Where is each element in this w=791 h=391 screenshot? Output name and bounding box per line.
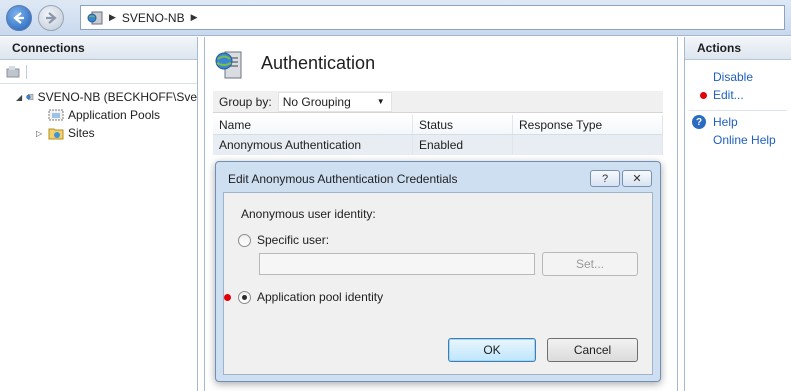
group-by-value: No Grouping xyxy=(282,94,351,109)
specific-user-radio[interactable] xyxy=(238,234,251,247)
column-header-response-type[interactable]: Response Type xyxy=(513,115,663,134)
ok-button[interactable]: OK xyxy=(448,338,536,362)
tree-item-application-pools-label: Application Pools xyxy=(68,108,161,122)
actions-divider xyxy=(689,110,787,111)
address-bar[interactable]: ▶ SVENO-NB ▶ xyxy=(80,5,785,30)
server-icon xyxy=(26,93,34,101)
tree-item-application-pools[interactable]: Application Pools xyxy=(0,106,197,124)
back-button[interactable] xyxy=(6,5,32,31)
action-help[interactable]: ? Help xyxy=(685,113,791,131)
action-disable[interactable]: Disable xyxy=(685,68,791,86)
cell-response-type xyxy=(513,135,663,155)
action-help-label: Help xyxy=(713,115,738,129)
tree-item-server-label: SVENO-NB (BECKHOFF\Sve xyxy=(37,90,197,104)
grid-header: Name Status Response Type xyxy=(213,115,663,135)
connections-pane: Connections ◢ SVENO-NB (BECKHOFF\Sve App… xyxy=(0,37,198,391)
tree-item-server[interactable]: ◢ SVENO-NB (BECKHOFF\Sve xyxy=(0,88,197,106)
address-toolbar: ▶ SVENO-NB ▶ xyxy=(0,0,791,36)
cell-name: Anonymous Authentication xyxy=(213,135,413,155)
click-marker xyxy=(224,294,231,301)
sites-folder-icon xyxy=(48,128,64,140)
action-edit[interactable]: Edit... xyxy=(685,86,791,104)
dialog-title: Edit Anonymous Authentication Credential… xyxy=(228,172,458,186)
connections-toolbar xyxy=(0,60,197,84)
collapse-icon[interactable]: ◢ xyxy=(16,93,22,102)
dialog-close-button[interactable]: ✕ xyxy=(622,170,652,187)
specific-user-label[interactable]: Specific user: xyxy=(257,233,329,247)
application-pool-identity-radio[interactable] xyxy=(238,291,251,304)
help-icon: ? xyxy=(692,115,706,129)
actions-pane: Actions Disable Edit... ? Help Online He… xyxy=(684,37,791,391)
connect-icon[interactable] xyxy=(6,65,20,79)
group-by-dropdown[interactable]: No Grouping ▼ xyxy=(277,91,392,112)
tree-item-sites[interactable]: ▷ Sites xyxy=(0,124,197,142)
authentication-server-icon xyxy=(215,51,242,79)
breadcrumb-separator-icon: ▶ xyxy=(109,12,116,22)
column-header-name[interactable]: Name xyxy=(213,115,413,134)
forward-arrow-icon xyxy=(46,12,57,24)
actions-header: Actions xyxy=(685,37,791,60)
actions-list: Disable Edit... ? Help Online Help xyxy=(685,60,791,149)
group-by-label: Group by: xyxy=(219,94,272,109)
cancel-button[interactable]: Cancel xyxy=(547,338,638,362)
click-marker xyxy=(700,92,707,99)
set-button[interactable]: Set... xyxy=(542,252,638,276)
application-pool-identity-label[interactable]: Application pool identity xyxy=(257,290,383,304)
tree-item-sites-label: Sites xyxy=(68,126,95,140)
application-pools-icon xyxy=(48,109,64,121)
toolbar-divider xyxy=(26,64,27,79)
cell-status: Enabled xyxy=(413,135,513,155)
page-title: Authentication xyxy=(261,53,376,73)
action-online-help[interactable]: Online Help xyxy=(685,131,791,149)
dialog-body: Anonymous user identity: Specific user: … xyxy=(223,192,653,375)
back-arrow-icon xyxy=(13,12,24,24)
group-by-bar: Group by: No Grouping ▼ xyxy=(213,91,663,113)
server-icon xyxy=(87,11,103,24)
column-header-status[interactable]: Status xyxy=(413,115,513,134)
dialog-title-buttons: ? ✕ xyxy=(590,170,652,187)
action-edit-label: Edit... xyxy=(713,88,744,102)
table-row[interactable]: Anonymous Authentication Enabled xyxy=(213,135,663,155)
connections-tree: ◢ SVENO-NB (BECKHOFF\Sve Application Poo… xyxy=(0,84,197,142)
expand-icon[interactable]: ▷ xyxy=(36,129,44,138)
breadcrumb-server[interactable]: SVENO-NB xyxy=(122,11,185,25)
forward-button[interactable] xyxy=(38,5,64,31)
dropdown-arrow-icon: ▼ xyxy=(376,97,385,106)
edit-credentials-dialog: Edit Anonymous Authentication Credential… xyxy=(215,161,661,382)
breadcrumb-chevron-icon[interactable]: ▶ xyxy=(191,12,198,23)
authentication-grid: Name Status Response Type Anonymous Auth… xyxy=(213,115,663,155)
identity-label: Anonymous user identity: xyxy=(241,207,376,221)
specific-user-field[interactable] xyxy=(259,253,535,275)
dialog-help-button[interactable]: ? xyxy=(590,170,620,187)
connections-header: Connections xyxy=(0,37,197,60)
